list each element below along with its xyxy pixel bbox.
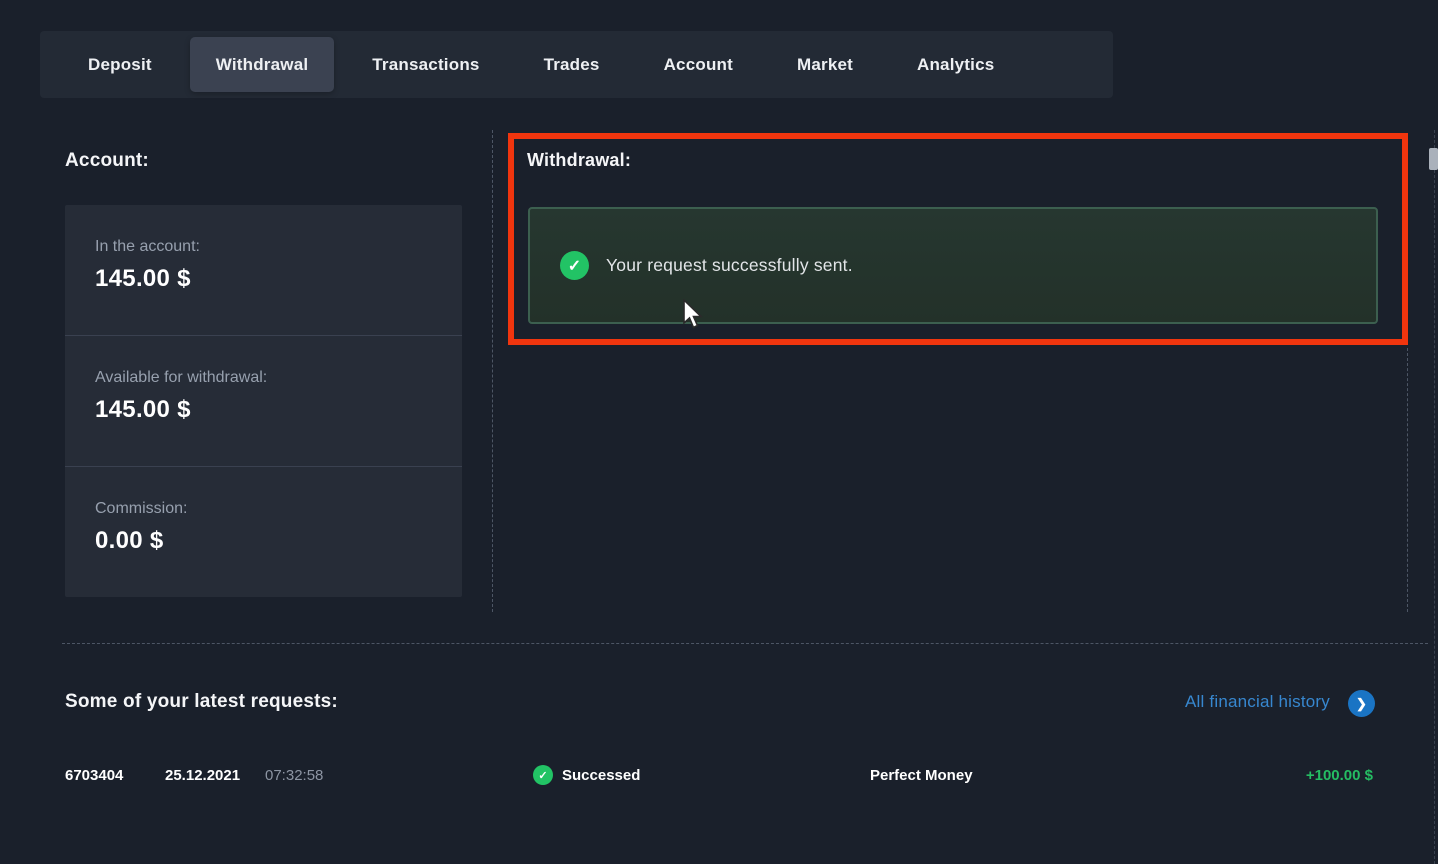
all-financial-history-link[interactable]: All financial history [1185, 692, 1330, 712]
request-amount: +100.00 $ [1298, 762, 1373, 788]
latest-requests-title: Some of your latest requests: [65, 691, 338, 713]
panel-divider-vertical-right [1407, 348, 1408, 612]
scrollbar-thumb[interactable] [1429, 148, 1438, 170]
success-message-box: ✓ Your request successfully sent. [528, 207, 1378, 324]
success-check-icon: ✓ [560, 251, 589, 280]
success-message-text: Your request successfully sent. [606, 255, 853, 276]
tab-trades[interactable]: Trades [518, 37, 626, 92]
status-label: Successed [562, 767, 640, 784]
stat-commission: Commission: 0.00 $ [65, 467, 462, 597]
stat-label: Commission: [95, 500, 462, 518]
account-balance-card: In the account: 145.00 $ Available for w… [65, 205, 462, 597]
tab-market[interactable]: Market [771, 37, 879, 92]
stat-value: 145.00 $ [95, 396, 462, 424]
section-divider-horizontal [62, 643, 1428, 644]
status-check-icon: ✓ [533, 765, 553, 785]
request-payment-method: Perfect Money [870, 762, 973, 788]
mouse-cursor-icon [683, 299, 705, 331]
main-tabbar: Deposit Withdrawal Transactions Trades A… [40, 31, 1113, 98]
tab-account[interactable]: Account [638, 37, 759, 92]
request-time: 07:32:58 [265, 762, 323, 788]
tab-withdrawal[interactable]: Withdrawal [190, 37, 335, 92]
request-date: 25.12.2021 [165, 762, 240, 788]
stat-value: 0.00 $ [95, 527, 462, 555]
stat-value: 145.00 $ [95, 265, 462, 293]
withdrawal-page: Deposit Withdrawal Transactions Trades A… [0, 0, 1438, 864]
request-status: ✓ Successed [533, 762, 640, 788]
tab-analytics[interactable]: Analytics [891, 37, 1020, 92]
tab-transactions[interactable]: Transactions [346, 37, 505, 92]
history-arrow-button[interactable]: ❯ [1348, 690, 1375, 717]
tab-deposit[interactable]: Deposit [62, 37, 178, 92]
chevron-right-icon: ❯ [1356, 696, 1367, 712]
account-panel-title: Account: [65, 150, 149, 172]
request-table-row[interactable]: 6703404 25.12.2021 07:32:58 ✓ Successed … [0, 762, 1438, 788]
stat-available-for-withdrawal: Available for withdrawal: 145.00 $ [65, 336, 462, 467]
stat-label: In the account: [95, 238, 462, 256]
request-id: 6703404 [65, 762, 123, 788]
screen-edge-divider [1434, 130, 1435, 864]
stat-in-the-account: In the account: 145.00 $ [65, 205, 462, 336]
stat-label: Available for withdrawal: [95, 369, 462, 387]
panel-divider-vertical [492, 130, 493, 612]
withdrawal-panel-title: Withdrawal: [527, 150, 631, 171]
